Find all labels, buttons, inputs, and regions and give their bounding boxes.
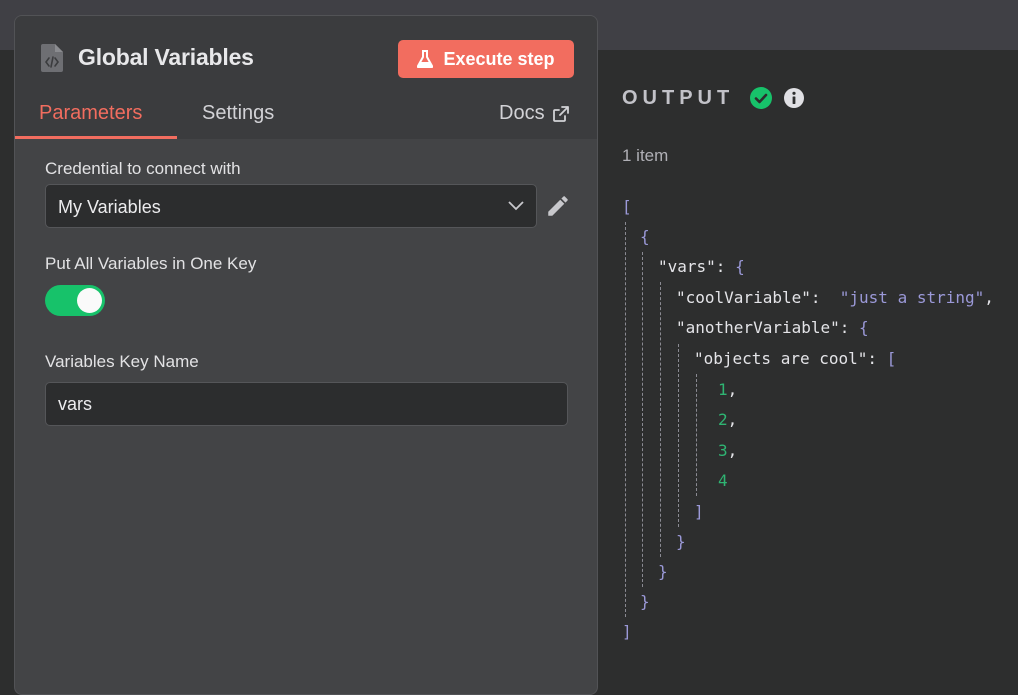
json-line: [ [622, 197, 632, 216]
node-title: Global Variables [78, 44, 254, 70]
credential-select[interactable]: My Variables [45, 184, 537, 228]
credential-value: My Variables [58, 197, 161, 217]
item-count: 1 item [622, 146, 669, 165]
json-line: 4 [718, 471, 728, 490]
key-name-label: Variables Key Name [45, 352, 199, 371]
indent-guide [625, 222, 626, 617]
tab-parameters[interactable]: Parameters [39, 102, 142, 125]
docs-label: Docs [499, 102, 545, 124]
execute-step-button[interactable]: Execute step [398, 40, 574, 78]
json-line: } [640, 592, 650, 611]
json-line: ] [622, 622, 632, 641]
json-line: "vars": { [658, 257, 745, 276]
tab-settings[interactable]: Settings [202, 102, 274, 125]
key-name-input[interactable]: vars [45, 382, 568, 426]
indent-guide [660, 282, 661, 557]
indent-guide [642, 252, 643, 587]
execute-step-label: Execute step [443, 48, 555, 69]
indent-guide [678, 344, 679, 527]
pencil-icon[interactable] [545, 193, 571, 219]
node-panel: Global Variables Execute step Parameters… [14, 15, 598, 695]
docs-link[interactable]: Docs [499, 102, 569, 125]
json-line: } [676, 532, 686, 551]
json-line: ] [694, 502, 704, 521]
put-all-toggle[interactable] [45, 285, 105, 316]
toggle-knob [77, 288, 102, 313]
chevron-down-icon [508, 201, 524, 211]
external-link-icon [552, 105, 569, 122]
flask-icon [417, 50, 434, 68]
put-all-label: Put All Variables in One Key [45, 254, 257, 273]
file-code-icon [41, 44, 63, 72]
info-circle-icon[interactable] [783, 87, 805, 109]
json-line: { [640, 227, 650, 246]
json-line: 2, [718, 410, 738, 429]
json-line: } [658, 562, 668, 581]
output-title: OUTPUT [622, 87, 735, 109]
indent-guide [696, 374, 697, 496]
json-line: 1, [718, 380, 738, 399]
active-tab-indicator [15, 136, 177, 139]
check-circle-icon [750, 87, 772, 109]
json-line: "anotherVariable": { [676, 318, 869, 337]
json-line: "objects are cool": [ [694, 349, 897, 368]
json-line: 3, [718, 441, 738, 460]
credential-label: Credential to connect with [45, 159, 241, 178]
json-line: "coolVariable": "just a string", [676, 288, 994, 307]
